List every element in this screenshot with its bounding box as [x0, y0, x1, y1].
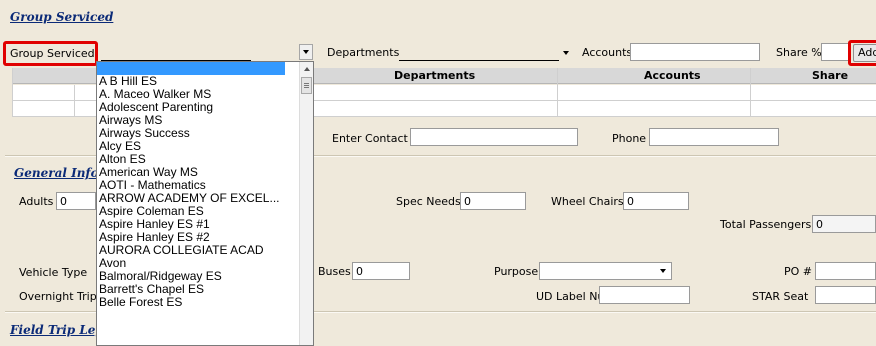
spec-needs-label: Spec Needs: [396, 195, 461, 208]
group-serviced-label: Group Serviced: [10, 47, 95, 60]
departments-combo[interactable]: [399, 60, 559, 61]
group-serviced-dropdown-button[interactable]: [299, 44, 313, 60]
vehicle-type-label: Vehicle Type: [19, 266, 88, 279]
chevron-down-icon: [303, 50, 309, 54]
list-item[interactable]: Barrett's Chapel ES: [97, 283, 285, 296]
grip-line: [304, 87, 309, 88]
phone-input[interactable]: [649, 128, 779, 146]
spec-needs-input[interactable]: 0: [460, 192, 526, 210]
list-item[interactable]: Belle Forest ES: [97, 296, 285, 309]
total-passengers-field: 0: [812, 215, 876, 233]
list-item[interactable]: AOTI - Mathematics: [97, 179, 285, 192]
list-item[interactable]: Aspire Hanley ES #2: [97, 231, 285, 244]
accounts-label: Accounts: [582, 46, 633, 59]
purpose-label: Purpose: [494, 265, 539, 278]
share-label: Share %: [776, 46, 822, 59]
wheel-chairs-label: Wheel Chairs: [551, 195, 624, 208]
list-item[interactable]: Airways Success: [97, 127, 285, 140]
enter-contact-label: Enter Contact: [332, 132, 408, 145]
buses-label: Buses: [318, 265, 351, 278]
list-item[interactable]: A. Maceo Walker MS: [97, 88, 285, 101]
overnight-trip-label: Overnight Trip: [19, 290, 97, 303]
total-passengers-label: Total Passengers: [720, 218, 812, 231]
wheel-chairs-input[interactable]: 0: [623, 192, 689, 210]
scroll-thumb[interactable]: [301, 77, 312, 94]
chevron-up-icon: [304, 67, 310, 71]
ud-label-num-input[interactable]: [599, 286, 690, 304]
purpose-dropdown-button[interactable]: [660, 269, 666, 273]
list-item[interactable]: American Way MS: [97, 166, 285, 179]
enter-contact-input[interactable]: [410, 128, 578, 146]
adults-label: Adults: [19, 195, 54, 208]
chevron-down-icon: [660, 269, 666, 273]
grid-border: [12, 68, 13, 117]
list-item[interactable]: Alcy ES: [97, 140, 285, 153]
grid-col-share: Share: [812, 69, 849, 82]
grid-col-divider: [750, 68, 751, 117]
grid-col-departments: Departments: [394, 69, 476, 82]
grid-col-accounts: Accounts: [644, 69, 701, 82]
accounts-input[interactable]: [630, 43, 760, 61]
scroll-up-button[interactable]: [300, 62, 313, 76]
section-title-general-info: General Info: [14, 166, 99, 180]
list-item[interactable]: Aspire Hanley ES #1: [97, 218, 285, 231]
grid-col-divider: [74, 85, 75, 117]
adults-input[interactable]: 0: [56, 192, 96, 210]
share-input[interactable]: [821, 43, 849, 61]
list-scrollbar[interactable]: [299, 62, 313, 345]
star-seat-input[interactable]: [815, 286, 876, 304]
star-seat-label: STAR Seat: [752, 290, 809, 303]
grip-line: [304, 83, 309, 84]
group-serviced-dropdown-list[interactable]: A B Hill ES A. Maceo Walker MS Adolescen…: [96, 61, 314, 346]
grid-col-divider: [557, 68, 558, 117]
list-item[interactable]: Adolescent Parenting: [97, 101, 285, 114]
list-item[interactable]: Balmoral/Ridgeway ES: [97, 270, 285, 283]
list-item[interactable]: Alton ES: [97, 153, 285, 166]
po-label: PO #: [784, 265, 813, 278]
buses-input[interactable]: 0: [352, 262, 410, 280]
grip-line: [304, 85, 309, 86]
list-item[interactable]: ARROW ACADEMY OF EXCEL...: [97, 192, 285, 205]
list-item[interactable]: [97, 62, 285, 75]
chevron-down-icon: [563, 51, 569, 55]
purpose-select[interactable]: [539, 262, 672, 280]
list-item[interactable]: AURORA COLLEGIATE ACAD: [97, 244, 285, 257]
highlight-box-add: [848, 40, 876, 66]
list-item[interactable]: Aspire Coleman ES: [97, 205, 285, 218]
departments-label: Departments: [327, 46, 400, 59]
section-title-group-serviced: Group Serviced: [10, 10, 114, 24]
list-item[interactable]: A B Hill ES: [97, 75, 285, 88]
list-item[interactable]: Airways MS: [97, 114, 285, 127]
departments-dropdown-button[interactable]: [563, 51, 569, 55]
po-input[interactable]: [815, 262, 876, 280]
list-item[interactable]: Avon: [97, 257, 285, 270]
phone-label: Phone: [612, 132, 647, 145]
